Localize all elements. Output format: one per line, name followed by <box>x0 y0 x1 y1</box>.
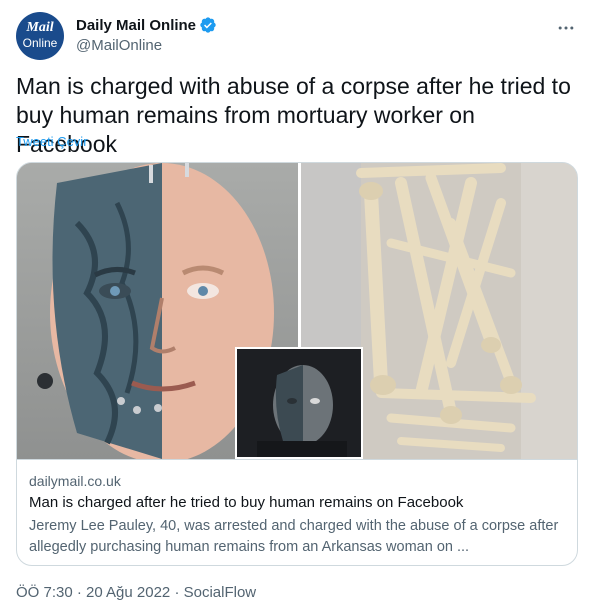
card-title: Man is charged after he tried to buy hum… <box>29 494 464 511</box>
card-description: Jeremy Lee Pauley, 40, was arrested and … <box>29 518 559 555</box>
author-names: Daily Mail Online @MailOnline <box>76 15 217 54</box>
tweet-header: Mail Online Daily Mail Online @MailOnlin… <box>16 12 578 60</box>
tweet-text: Man is charged with abuse of a corpse af… <box>16 73 571 157</box>
avatar-logo-line2: Online <box>22 36 58 50</box>
link-card[interactable]: dailymail.co.uk Man is charged after he … <box>16 162 578 566</box>
card-media[interactable] <box>17 163 577 459</box>
author-display-name[interactable]: Daily Mail Online <box>76 17 196 34</box>
translate-tweet-link[interactable]: Tweeti Çevir <box>16 134 88 149</box>
verified-badge-icon <box>200 17 216 33</box>
avatar[interactable]: Mail Online <box>16 12 64 60</box>
more-dots-icon <box>558 26 574 30</box>
card-body[interactable]: dailymail.co.uk Man is charged after he … <box>17 459 577 565</box>
tweet[interactable]: Mail Online Daily Mail Online @MailOnlin… <box>0 0 594 613</box>
inset-portrait-photo <box>235 347 363 459</box>
author-handle[interactable]: @MailOnline <box>76 37 217 54</box>
avatar-logo-line1: Mail <box>26 20 54 35</box>
more-horizontal-icon[interactable] <box>554 18 578 38</box>
tweet-timestamp[interactable]: ÖÖ 7:30 · 20 Ağu 2022 · SocialFlow <box>16 584 256 601</box>
card-domain: dailymail.co.uk <box>29 473 121 489</box>
